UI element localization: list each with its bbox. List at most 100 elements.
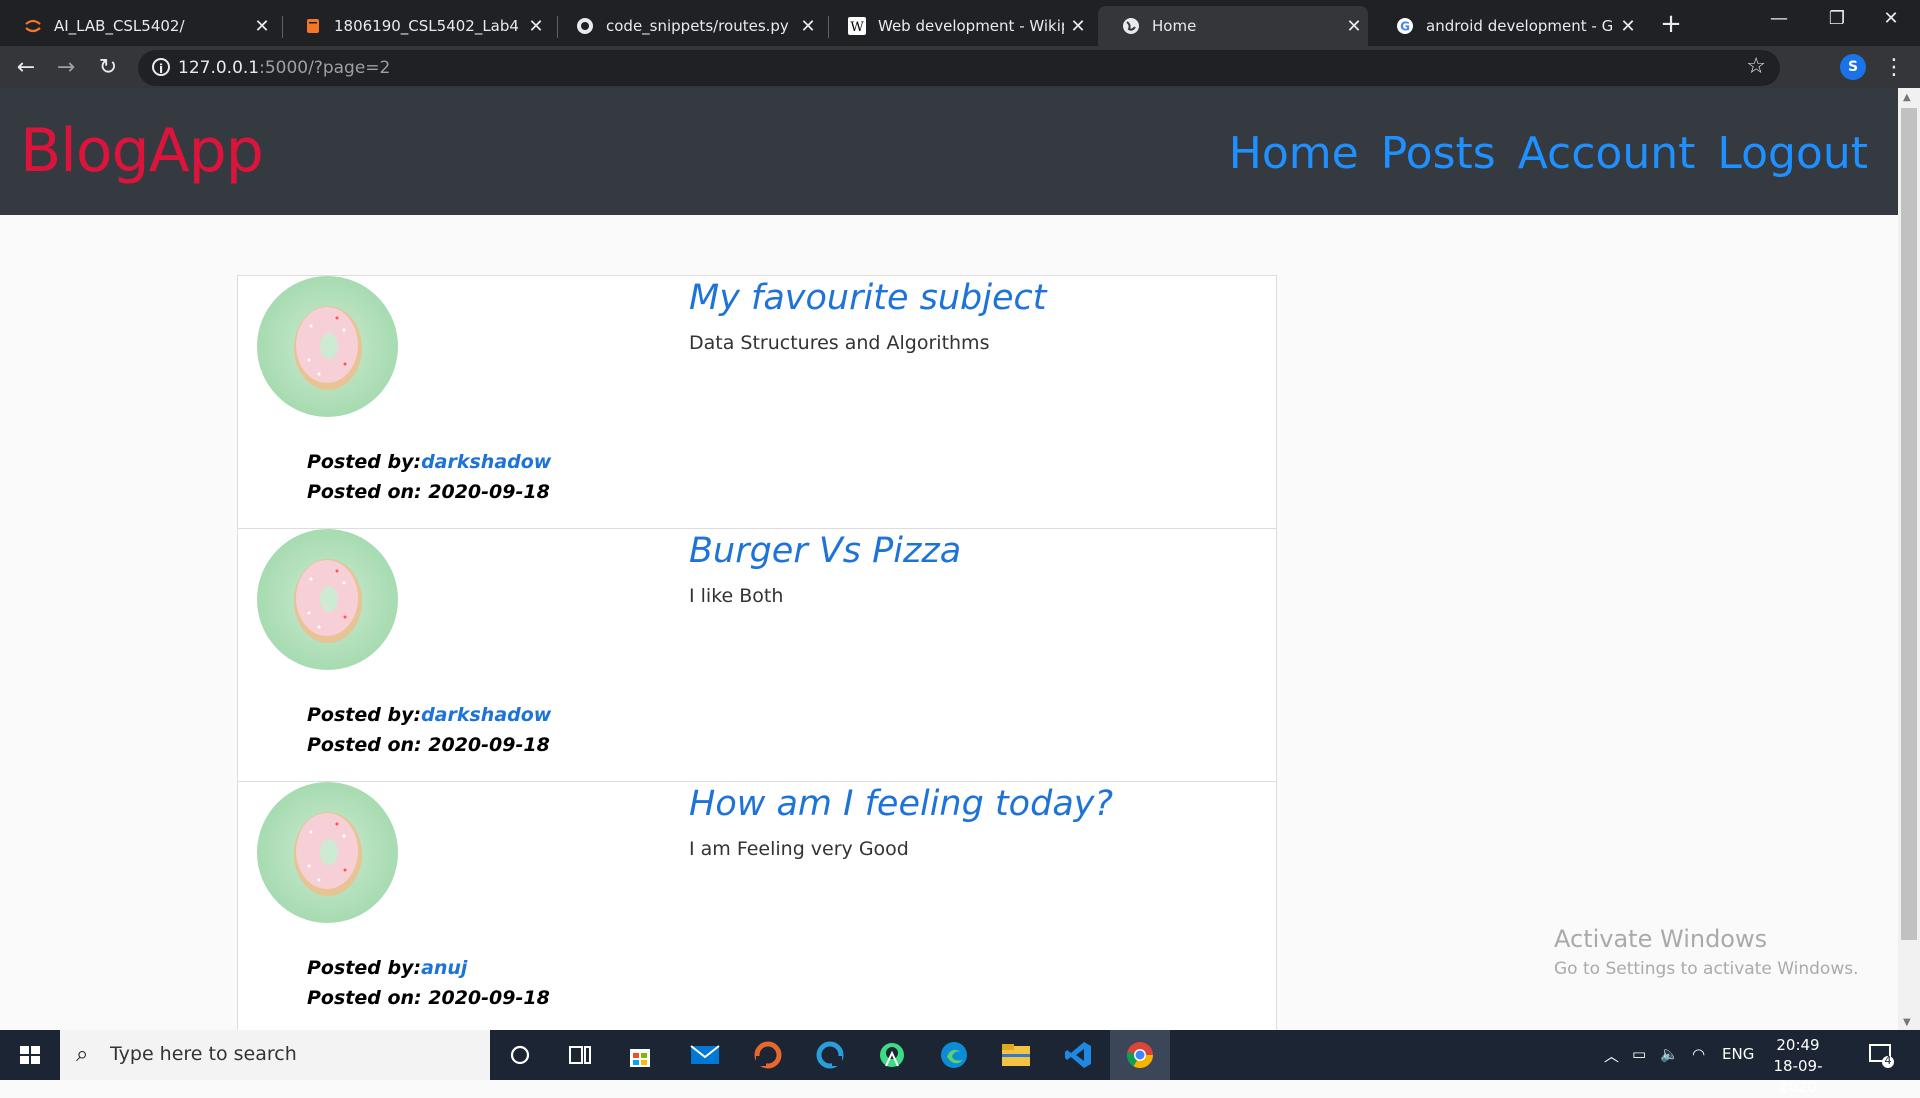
posted-by-label: Posted by: [307,704,422,726]
edge-icon[interactable] [924,1030,984,1080]
taskbar-search-placeholder: Type here to search [110,1043,297,1065]
browser-tab[interactable]: W Web development - Wikiped ✕ [824,6,1092,46]
wifi-icon[interactable]: ◠ [1692,1045,1705,1063]
nav-account-link[interactable]: Account [1518,128,1696,179]
browser-tab[interactable]: code_snippets/routes.py at m ✕ [552,6,822,46]
site-navbar: BlogApp Home Posts Account Logout [0,88,1898,215]
scroll-up-arrow-icon[interactable]: ▲ [1903,92,1911,103]
volume-icon[interactable]: 🔈 [1660,1045,1679,1063]
tab-title: code_snippets/routes.py at m [606,17,794,35]
post-card: Posted by:darkshadow Posted on: 2020-09-… [237,528,1277,781]
post-author-link[interactable]: darkshadow [421,451,551,473]
notification-center-icon[interactable]: 4 [1868,1042,1894,1068]
taskbar-clock[interactable]: 20:49 18-09-2020 [1762,1035,1834,1098]
close-tab-icon[interactable]: ✕ [522,16,550,37]
app-blue-icon[interactable] [800,1030,860,1080]
nav-posts-link[interactable]: Posts [1381,128,1496,179]
tray-chevron-up-icon[interactable]: ︿ [1604,1045,1619,1066]
profile-picture [257,276,398,417]
browser-tab[interactable]: 1806190_CSL5402_Lab4 - Jup ✕ [280,6,550,46]
post-author-link[interactable]: anuj [421,957,467,979]
site-info-icon[interactable]: i [152,58,170,76]
post-author-line: Posted by:anuj [307,957,467,979]
nav-logout-link[interactable]: Logout [1717,128,1868,179]
file-explorer-icon[interactable] [986,1030,1046,1080]
tab-title: android development - Goog [1426,17,1614,35]
minimize-button[interactable]: — [1750,0,1808,40]
close-window-button[interactable]: ✕ [1862,0,1920,40]
post-title-link[interactable]: My favourite subject [689,278,1046,318]
tab-title: Web development - Wikiped [878,17,1064,35]
browser-toolbar: ← → ↻ i 127.0.0.1:5000/?page=2 ☆ S ⋮ [0,46,1920,88]
browser-tab[interactable]: G android development - Goog ✕ [1372,6,1642,46]
browser-tab-active[interactable]: Home ✕ [1098,6,1368,46]
post-list: Posted by:darkshadow Posted on: 2020-09-… [237,275,1277,1030]
post-title-link[interactable]: Burger Vs Pizza [689,531,961,571]
profile-avatar[interactable]: S [1840,54,1866,80]
jupyter-icon [25,19,41,33]
posted-by-label: Posted by: [307,451,422,473]
close-tab-icon[interactable]: ✕ [1340,16,1368,37]
page-viewport: BlogApp Home Posts Account Logout Posted… [0,88,1898,1030]
donut-image [294,812,362,896]
forward-icon[interactable]: → [50,52,82,84]
battery-icon[interactable]: ▭ [1632,1045,1646,1063]
close-tab-icon[interactable]: ✕ [248,16,276,37]
close-tab-icon[interactable]: ✕ [1064,16,1092,37]
reload-icon[interactable]: ↻ [92,52,124,84]
post-author-line: Posted by:darkshadow [307,451,551,473]
microsoft-store-icon[interactable] [610,1030,670,1080]
page-scrollbar[interactable]: ▲ ▼ [1898,88,1920,1030]
address-url[interactable]: 127.0.0.1:5000/?page=2 [178,58,390,78]
post-card: Posted by:anuj Posted on: 2020-09-18 How… [237,781,1277,1030]
windows-taskbar: ⌕ Type here to search ︿ ▭ 🔈 ◠ ENG 20:49 … [0,1030,1920,1096]
scroll-down-arrow-icon[interactable]: ▼ [1903,1017,1911,1028]
notification-count: 4 [1884,1054,1892,1067]
post-author-line: Posted by:darkshadow [307,704,551,726]
svg-text:W: W [850,20,864,35]
post-date: Posted on: 2020-09-18 [307,481,550,503]
github-icon [577,18,593,34]
address-path: :5000/?page=2 [259,58,391,78]
restore-button[interactable]: ❐ [1808,0,1866,40]
svg-text:G: G [1400,20,1410,34]
watermark-subtitle: Go to Settings to activate Windows. [1554,959,1859,979]
android-studio-icon[interactable] [862,1030,922,1080]
globe-icon [1123,18,1139,34]
menu-kebab-icon[interactable]: ⋮ [1878,52,1910,84]
post-title-link[interactable]: How am I feeling today? [689,784,1113,824]
start-button[interactable] [0,1030,60,1080]
profile-picture [257,782,398,923]
close-tab-icon[interactable]: ✕ [794,16,822,37]
google-icon: G [1397,18,1413,34]
post-date: Posted on: 2020-09-18 [307,734,550,756]
post-author-link[interactable]: darkshadow [421,704,551,726]
new-tab-button[interactable]: + [1655,8,1687,40]
cortana-icon[interactable] [490,1030,550,1080]
address-bar[interactable]: i 127.0.0.1:5000/?page=2 ☆ [138,50,1780,86]
scrollbar-thumb[interactable] [1901,108,1917,940]
back-icon[interactable]: ← [10,52,42,84]
post-date: Posted on: 2020-09-18 [307,987,550,1009]
vscode-icon[interactable] [1048,1030,1108,1080]
watermark-title: Activate Windows [1554,925,1768,953]
posted-by-label: Posted by: [307,957,422,979]
post-content: I like Both [689,585,784,607]
post-card: Posted by:darkshadow Posted on: 2020-09-… [237,275,1277,528]
browser-tab[interactable]: AI_LAB_CSL5402/ ✕ [0,6,276,46]
wikipedia-icon: W [848,17,866,35]
app-orange-icon[interactable] [738,1030,798,1080]
brand-logo[interactable]: BlogApp [20,116,264,186]
address-host: 127.0.0.1 [178,58,260,78]
mail-icon[interactable] [675,1030,735,1080]
nav-links: Home Posts Account Logout [1229,128,1868,179]
nav-home-link[interactable]: Home [1229,128,1359,179]
taskbar-search-box[interactable]: ⌕ Type here to search [60,1030,490,1080]
bookmark-star-icon[interactable]: ☆ [1746,54,1766,79]
profile-picture [257,529,398,670]
task-view-icon[interactable] [550,1030,610,1080]
clock-date: 18-09-2020 [1773,1057,1823,1096]
close-tab-icon[interactable]: ✕ [1614,16,1642,37]
language-indicator[interactable]: ENG [1722,1045,1754,1063]
chrome-icon[interactable] [1110,1030,1170,1080]
